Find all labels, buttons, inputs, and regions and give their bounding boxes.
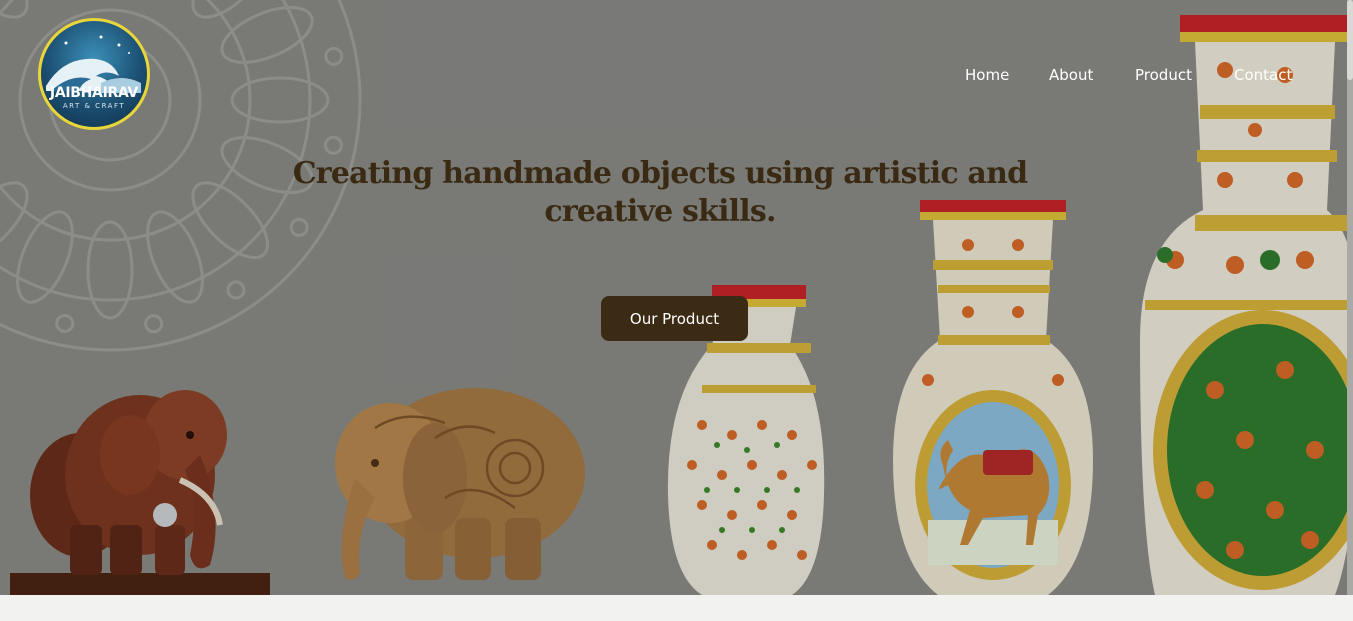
scrollbar-thumb[interactable] — [1347, 0, 1353, 80]
wave-logo-icon — [46, 35, 141, 93]
scrollbar[interactable] — [1347, 0, 1353, 595]
nav-contact-link[interactable]: Contact — [1234, 66, 1292, 84]
brand-logo[interactable]: JAIBHAIRAV ART & CRAFT — [38, 18, 150, 130]
nav-product-link[interactable]: Product — [1135, 66, 1192, 84]
next-section-strip — [0, 595, 1353, 621]
camel-painted-vase-image — [888, 200, 1098, 595]
hero-section: JAIBHAIRAV ART & CRAFT Home About Produc… — [0, 0, 1353, 595]
our-product-button[interactable]: Our Product — [601, 296, 748, 341]
nav-about-link[interactable]: About — [1049, 66, 1093, 84]
brand-subtitle: ART & CRAFT — [62, 102, 126, 110]
hero-headline: Creating handmade objects using artistic… — [292, 156, 1028, 229]
nav-home-link[interactable]: Home — [965, 66, 1009, 84]
rosewood-elephant-image — [10, 375, 270, 595]
brand-name: JAIBHAIRAV — [49, 85, 139, 101]
large-floral-vase-image — [1135, 10, 1353, 595]
carved-wooden-elephant-image — [315, 378, 590, 595]
